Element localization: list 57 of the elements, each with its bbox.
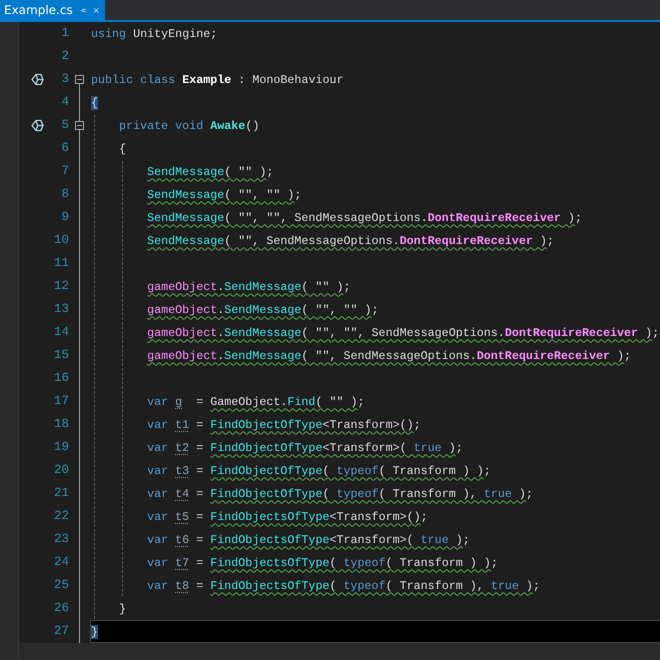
line-number: 18 bbox=[52, 416, 69, 433]
line-number: 1 bbox=[60, 25, 69, 42]
code-line: using UnityEngine; bbox=[91, 26, 218, 42]
code-line: var g = GameObject.Find( "" ); bbox=[147, 394, 365, 410]
line-number: 6 bbox=[60, 140, 69, 157]
code-line: SendMessage( "", "", SendMessageOptions.DontRequireReceiver ); bbox=[147, 210, 582, 226]
code-line: var t4 = FindObjectOfType( typeof( Transform ), true ); bbox=[147, 486, 533, 502]
line-number: 12 bbox=[52, 278, 69, 295]
line-number: 27 bbox=[52, 623, 69, 640]
code-line: var t7 = FindObjectsOfType( typeof( Transform ) ); bbox=[147, 554, 498, 570]
line-number: 23 bbox=[52, 531, 69, 548]
code-line: var t3 = FindObjectOfType( typeof( Transform ) ); bbox=[147, 462, 491, 478]
code-line: gameObject.SendMessage( "", SendMessageOptions.DontRequireReceiver ); bbox=[147, 348, 632, 364]
collapse-icon[interactable] bbox=[75, 121, 84, 130]
code-line: } bbox=[119, 600, 126, 616]
line-number: 9 bbox=[60, 209, 69, 226]
code-line: var t8 = FindObjectsOfType( typeof( Transform ), true ); bbox=[147, 578, 540, 594]
unity-logo-icon[interactable] bbox=[31, 73, 44, 86]
pin-icon[interactable] bbox=[80, 6, 86, 14]
code-line: SendMessage( "", SendMessageOptions.DontRequireReceiver ); bbox=[147, 232, 554, 248]
line-number: 15 bbox=[52, 347, 69, 364]
code-line: SendMessage( "", "" ); bbox=[147, 186, 302, 202]
line-number: 26 bbox=[52, 600, 69, 617]
unity-logo-icon[interactable] bbox=[31, 119, 44, 132]
code-line: SendMessage( "" ); bbox=[147, 164, 274, 180]
line-number: 3 bbox=[60, 71, 69, 88]
line-number: 11 bbox=[52, 255, 69, 272]
line-number: 8 bbox=[60, 186, 69, 203]
collapse-icon[interactable] bbox=[75, 75, 84, 84]
code-line: var t6 = FindObjectsOfType<Transform>( true ); bbox=[147, 532, 470, 548]
line-number: 13 bbox=[52, 301, 69, 318]
code-line: gameObject.SendMessage( "", "", SendMessageOptions.DontRequireReceiver ); bbox=[147, 324, 660, 340]
code-line: { bbox=[119, 140, 126, 156]
code-line: var t5 = FindObjectsOfType<Transform>(); bbox=[147, 508, 428, 524]
line-number: 17 bbox=[52, 393, 69, 410]
line-number: 5 bbox=[60, 117, 69, 134]
line-number: 4 bbox=[60, 94, 69, 111]
line-number: 16 bbox=[52, 370, 69, 387]
line-number: 19 bbox=[52, 439, 69, 456]
line-number: 10 bbox=[52, 232, 69, 249]
file-tab[interactable]: Example.cs bbox=[0, 0, 105, 20]
code-line: gameObject.SendMessage( "", "" ); bbox=[147, 302, 379, 318]
line-number: 25 bbox=[52, 577, 69, 594]
line-number: 14 bbox=[52, 324, 69, 341]
line-number: 2 bbox=[60, 48, 69, 65]
line-number: 21 bbox=[52, 485, 69, 502]
line-number: 7 bbox=[60, 163, 69, 180]
code-line: gameObject.SendMessage( "" ); bbox=[147, 278, 351, 294]
close-icon[interactable] bbox=[94, 6, 99, 14]
line-number: 20 bbox=[52, 462, 69, 479]
line-number: 24 bbox=[52, 554, 69, 571]
line-number: 22 bbox=[52, 508, 69, 525]
code-line: var t2 = FindObjectOfType<Transform>( true ); bbox=[147, 440, 463, 456]
code-line: public class Example : MonoBehaviour bbox=[91, 72, 344, 88]
code-line: private void Awake() bbox=[119, 118, 260, 134]
tab-title: Example.cs bbox=[4, 3, 73, 17]
code-line: var t1 = FindObjectOfType<Transform>(); bbox=[147, 416, 421, 432]
